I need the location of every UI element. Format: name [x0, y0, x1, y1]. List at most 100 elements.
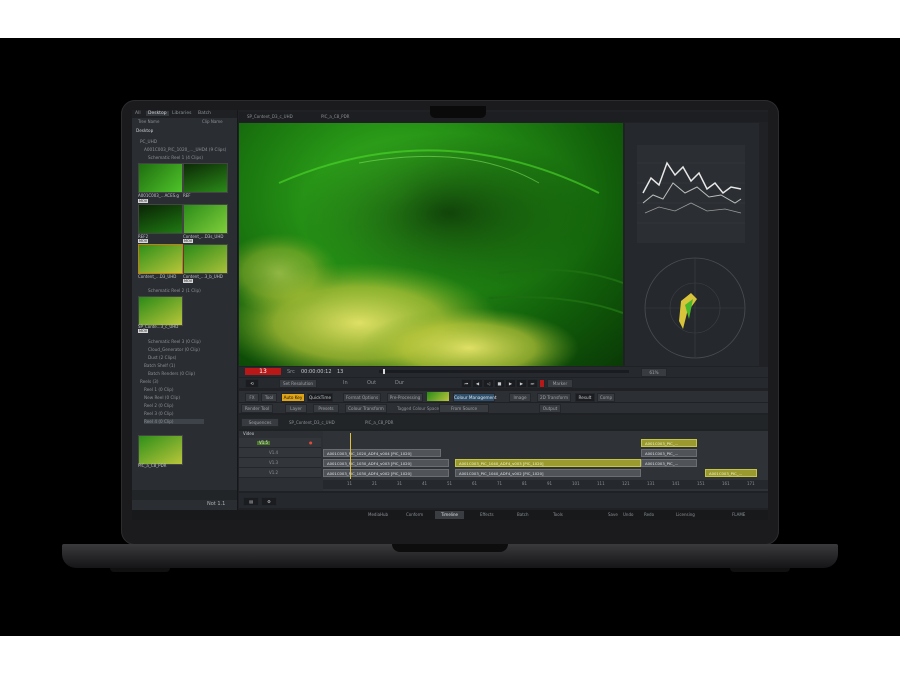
set-resolution-button[interactable]: Set Resolution: [279, 379, 317, 388]
quicktime-button[interactable]: QuickTime: [307, 393, 333, 402]
tree-item[interactable]: Batch Shelf (1): [144, 363, 175, 368]
sequence-tab[interactable]: PIC_a_C8_PDR: [365, 421, 393, 425]
tab-tools[interactable]: Tools: [553, 513, 563, 517]
tab-mediahub[interactable]: MediaHub: [368, 513, 388, 517]
go-to-end-button[interactable]: ⏭: [527, 379, 538, 388]
record-track-icon[interactable]: ●: [309, 441, 313, 445]
go-to-start-button[interactable]: ⏮: [461, 379, 472, 388]
clip-thumbnail[interactable]: [183, 204, 228, 234]
output-button[interactable]: Output: [539, 404, 561, 413]
track-header[interactable]: V1.2: [239, 468, 321, 478]
tree-item[interactable]: Desktop: [136, 128, 153, 133]
timeline-clip[interactable]: A001C003_PIC_...: [705, 469, 757, 477]
sequences-button[interactable]: Sequences: [241, 418, 279, 427]
timeline-clip[interactable]: A001C003_PIC_...: [641, 459, 697, 467]
tree-item[interactable]: Reel 2 (0 Clip): [144, 403, 174, 408]
tab-all[interactable]: All: [135, 111, 141, 116]
source-thumbnail[interactable]: [427, 392, 449, 401]
stop-button[interactable]: ■: [494, 379, 505, 388]
play-button[interactable]: ▶: [505, 379, 516, 388]
layer-button[interactable]: Layer: [285, 404, 307, 413]
column-tree-name[interactable]: Tree Name: [138, 120, 159, 124]
viewer-tab[interactable]: SP_Content_D3_c_UHD: [247, 115, 293, 119]
play-reverse-button[interactable]: ◁: [483, 379, 494, 388]
tree-item[interactable]: Dust (2 Clips): [148, 355, 176, 360]
clip-thumbnail[interactable]: [138, 204, 183, 234]
timeline-clip[interactable]: A001C003_PIC_1040_ADF4_v002 [PIC_1020]: [455, 469, 641, 477]
tree-item[interactable]: Reel 3 (0 Clip): [144, 411, 174, 416]
colour-transform-button[interactable]: Colour Transform: [345, 404, 387, 413]
timeline-playhead[interactable]: [350, 433, 351, 479]
render-tool-button[interactable]: Render Tool: [241, 404, 273, 413]
zoom-field[interactable]: 61%: [641, 368, 667, 377]
tab-libraries[interactable]: Libraries: [172, 111, 191, 116]
sequence-tab[interactable]: SP_Content_D3_c_UHD: [289, 421, 335, 425]
tree-item[interactable]: Schematic Reel 2 (1 Clip): [148, 288, 201, 293]
timeline-tool-button[interactable]: ▤: [243, 497, 259, 506]
current-timecode[interactable]: 13: [245, 368, 281, 375]
src-timecode[interactable]: 00:00:00:12: [301, 370, 332, 375]
tree-item[interactable]: New Reel (0 Clip): [144, 395, 180, 400]
frame-field[interactable]: 13: [337, 370, 343, 375]
library-search-bar[interactable]: [132, 490, 237, 500]
viewer-tab[interactable]: PIC_a_C8_PDR: [321, 115, 349, 119]
clip-thumbnail[interactable]: [138, 163, 183, 193]
tab-batch[interactable]: Batch: [198, 111, 211, 116]
timeline-clip[interactable]: A001C003_PIC_1030_ADF4_v003 [PIC_1020]: [323, 459, 449, 467]
fx-button[interactable]: FX: [245, 393, 259, 402]
timeline-clip[interactable]: A001C003_PIC_...: [641, 449, 697, 457]
tool-button[interactable]: Tool: [261, 393, 277, 402]
tree-item[interactable]: Schematic Reel 1 (4 Clips): [148, 155, 203, 160]
tree-item[interactable]: PC_UHD: [140, 139, 157, 144]
tree-item[interactable]: Batch Renders (0 Clip): [148, 371, 195, 376]
clip-thumbnail[interactable]: [138, 435, 183, 465]
auto-key-button[interactable]: Auto Key: [281, 393, 305, 402]
timeline-clip[interactable]: A001C003_PIC_...: [641, 439, 697, 447]
step-back-button[interactable]: ◀: [472, 379, 483, 388]
playhead[interactable]: [383, 369, 385, 374]
timeline-ruler[interactable]: 11 21 31 41 51 61 71 81 91 101 111 121 1…: [323, 480, 768, 489]
format-options-button[interactable]: Format Options: [343, 393, 381, 402]
image-viewer[interactable]: [239, 123, 623, 366]
track-header[interactable]: V1.5 ●: [239, 438, 321, 448]
clip-thumbnail-selected[interactable]: [138, 244, 183, 274]
from-source-field[interactable]: From Source: [439, 404, 489, 413]
tab-timeline[interactable]: Timeline: [435, 511, 465, 519]
clip-thumbnail[interactable]: [138, 296, 183, 326]
column-clip-name[interactable]: Clip Name: [202, 120, 223, 124]
timeline-clip[interactable]: A001C003_PIC_1020_ADF4_v004 [PIC_1020]: [323, 449, 441, 457]
step-forward-button[interactable]: ▶: [516, 379, 527, 388]
track-header[interactable]: V1.4: [239, 448, 321, 458]
image-button[interactable]: Image: [509, 393, 531, 402]
redo-button[interactable]: Redo: [644, 513, 654, 517]
tab-desktop[interactable]: Desktop: [146, 111, 169, 116]
tree-item[interactable]: Reel 1 (0 Clip): [144, 387, 174, 392]
colour-management-button[interactable]: Colour Management: [453, 393, 497, 402]
timeline-settings-button[interactable]: ⚙: [261, 497, 277, 506]
undo-button[interactable]: Undo: [623, 513, 633, 517]
tab-conform[interactable]: Conform: [406, 513, 423, 517]
sync-button[interactable]: ⟲: [245, 379, 259, 388]
pre-processing-button[interactable]: Pre-Processing: [387, 393, 423, 402]
tree-item[interactable]: A001C003_PIC_1020_..._UHD4 (9 Clips): [144, 147, 226, 152]
tab-effects[interactable]: Effects: [480, 513, 494, 517]
comp-button[interactable]: Comp: [597, 393, 615, 402]
clip-thumbnail[interactable]: [183, 244, 228, 274]
tree-item[interactable]: Cloud_Generator (0 Clip): [148, 347, 200, 352]
2d-transform-button[interactable]: 2D Transform: [537, 393, 571, 402]
transport-controls: ⟲ Set Resolution In Out Dur ⏮ ◀ ◁ ■ ▶ ▶ …: [239, 378, 768, 388]
presets-button[interactable]: Presets: [313, 404, 339, 413]
save-button[interactable]: Save: [608, 513, 618, 517]
result-button[interactable]: Result: [575, 393, 595, 402]
clip-thumbnail[interactable]: [183, 163, 228, 193]
scrub-bar[interactable]: [379, 370, 629, 373]
timeline-clip[interactable]: A001C003_PIC_1040_ADF4_v003 [PIC_1020]: [455, 459, 641, 467]
tree-item-selected[interactable]: Reel 4 (0 Clip): [144, 419, 204, 424]
marker-button[interactable]: Marker: [547, 379, 573, 388]
tab-batch[interactable]: Batch: [517, 513, 529, 517]
track-header[interactable]: V1.3: [239, 458, 321, 468]
media-library-panel: All Desktop Libraries Batch Tree Name Cl…: [132, 110, 238, 510]
tree-item[interactable]: Reels (3): [140, 379, 158, 384]
timeline-clip[interactable]: A001C003_PIC_1030_ADF4_v002 [PIC_1020]: [323, 469, 449, 477]
tree-item[interactable]: Schematic Reel 3 (0 Clip): [148, 339, 201, 344]
